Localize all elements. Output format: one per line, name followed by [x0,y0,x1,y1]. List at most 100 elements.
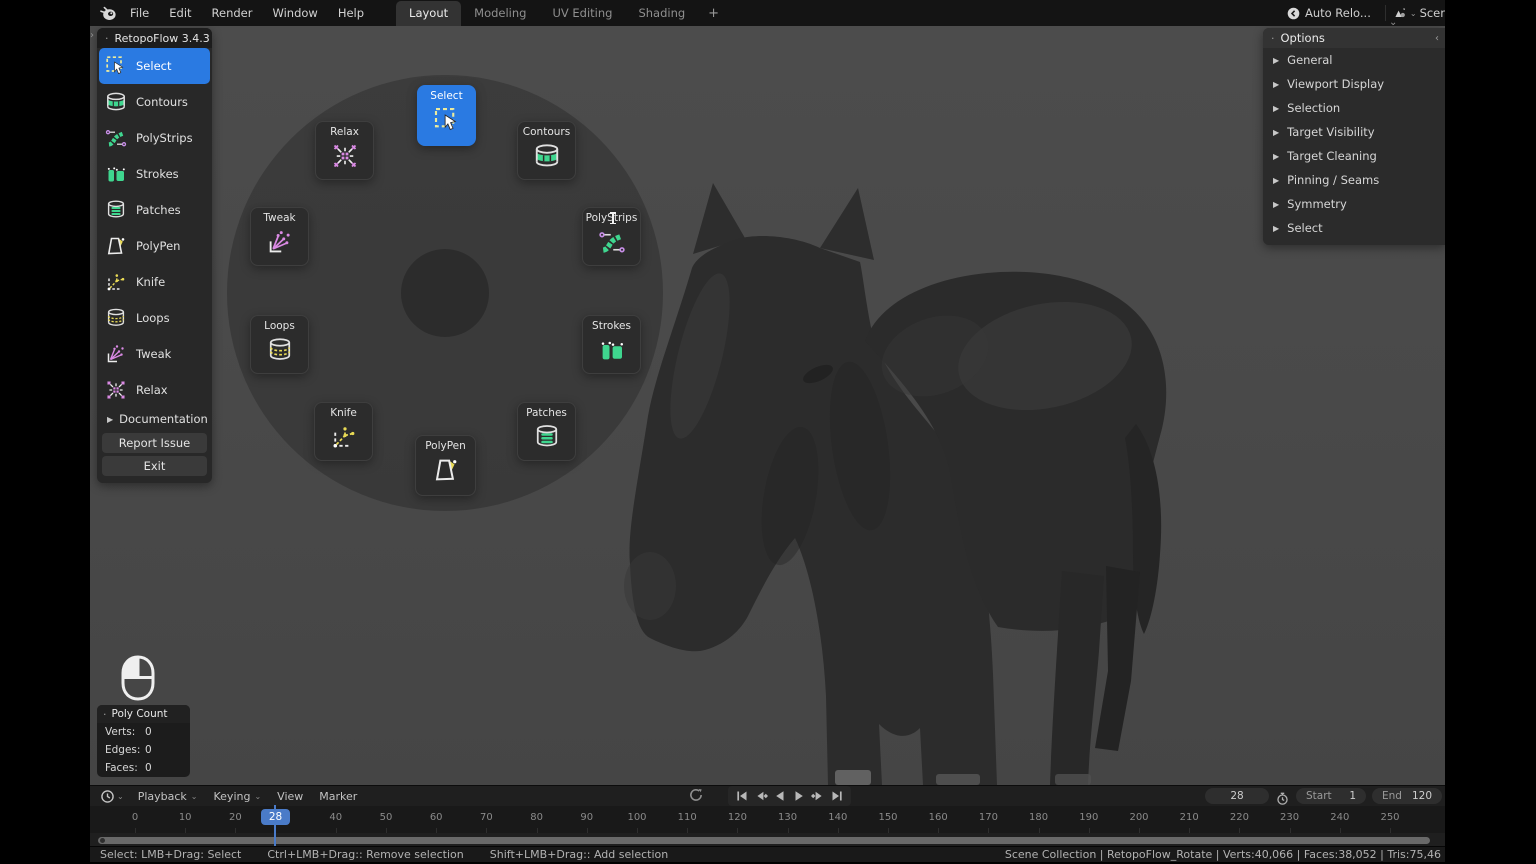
timeline-menu-view[interactable]: View [269,790,311,803]
timeline-scrollbar[interactable] [98,837,1430,844]
poly-count-rows: Verts:0Edges:0Faces:0 [97,723,190,777]
pie-item-loops[interactable]: Loops [250,315,309,374]
ruler-tick-mark [737,828,738,833]
ruler-tick-100: 100 [627,812,646,823]
exit-button[interactable]: Exit [102,456,207,476]
sidebar-tool-select[interactable]: Select [99,48,210,84]
top-header: FileEditRenderWindowHelp LayoutModelingU… [90,0,1445,26]
poly-count-label: Faces: [105,762,145,774]
sidebar-tool-strokes[interactable]: Strokes [99,156,210,192]
poly-count-header[interactable]: · Poly Count [97,705,190,723]
pie-item-relax[interactable]: Relax [315,121,374,180]
menu-render[interactable]: Render [202,0,263,26]
sidebar-tool-loops[interactable]: Loops [99,300,210,336]
pie-item-knife[interactable]: Knife [314,402,373,461]
panel-collapse-icon[interactable]: ‹ [1435,33,1439,44]
pie-item-tweak[interactable]: Tweak [250,207,309,266]
ruler-tick-20: 20 [229,812,242,823]
poly-count-row: Verts:0 [97,723,190,741]
jump-start-button[interactable] [735,789,749,803]
options-item-pinning-seams[interactable]: ▶Pinning / Seams [1263,168,1445,192]
triangle-right-icon: ▶ [107,415,113,424]
region-expand-arrow-top[interactable]: › [90,30,94,41]
report-issue-button[interactable]: Report Issue [102,433,207,453]
retopoflow-panel-header[interactable]: · RetopoFlow 3.4.3 [97,28,212,48]
pie-item-select[interactable]: Select [417,85,476,146]
options-item-label: Target Visibility [1287,125,1374,139]
poly-count-title: Poly Count [112,708,168,720]
triangle-right-icon: ▶ [1273,56,1279,65]
editor-type-button[interactable]: ⌄ [90,789,130,804]
tab-modeling[interactable]: Modeling [461,1,539,26]
collapse-dot-icon: · [1271,32,1275,45]
collapse-dot-icon: · [103,708,107,721]
options-item-selection[interactable]: ▶Selection [1263,96,1445,120]
prev-keyframe-button[interactable] [754,789,768,803]
timeline-menu-label: Keying [214,790,251,803]
region-collapse-chevron[interactable]: ⌄ [1389,17,1397,28]
options-item-target-cleaning[interactable]: ▶Target Cleaning [1263,144,1445,168]
options-item-general[interactable]: ▶General [1263,48,1445,72]
menu-edit[interactable]: Edit [159,0,201,26]
sidebar-tool-tweak[interactable]: Tweak [99,336,210,372]
triangle-right-icon: ▶ [1273,224,1279,233]
sidebar-tool-patches[interactable]: Patches [99,192,210,228]
chevron-down-icon: ⌄ [1410,9,1417,18]
sidebar-tool-polypen[interactable]: PolyPen [99,228,210,264]
tab-uv-editing[interactable]: UV Editing [539,1,625,26]
options-item-viewport-display[interactable]: ▶Viewport Display [1263,72,1445,96]
sidebar-tool-polystrips[interactable]: PolyStrips [99,120,210,156]
tab-shading[interactable]: Shading [625,1,698,26]
ruler-tick-190: 190 [1079,812,1098,823]
timeline-menu-playback[interactable]: Playback⌄ [130,790,206,803]
scrollbar-thumb[interactable] [98,837,1430,844]
pie-item-strokes[interactable]: Strokes [582,315,641,374]
current-frame-field[interactable]: 28 [1205,788,1269,804]
add-workspace-button[interactable]: + [698,6,729,21]
options-item-target-visibility[interactable]: ▶Target Visibility [1263,120,1445,144]
scene-stats: Scene Collection | RetopoFlow_Rotate | V… [1005,848,1445,861]
timeline-menu-label: View [277,790,303,803]
pie-item-contours[interactable]: Contours [517,121,576,180]
timeline-ruler[interactable]: 28 0102040506070809010011012013014015016… [90,806,1445,833]
tab-layout[interactable]: Layout [396,1,461,26]
ruler-tick-mark [587,828,588,833]
menu-window[interactable]: Window [262,0,327,26]
sidebar-tool-relax[interactable]: Relax [99,372,210,408]
sidebar-tool-contours[interactable]: Contours [99,84,210,120]
options-item-label: Symmetry [1287,197,1347,211]
select-icon [432,105,462,135]
auto-reload-button[interactable]: Auto Relo... [1279,6,1379,20]
jump-end-button[interactable] [830,789,844,803]
blender-logo-icon[interactable] [96,5,120,22]
ruler-tick-180: 180 [1029,812,1048,823]
timeline-menu-keying[interactable]: Keying⌄ [206,790,270,803]
mouse-hint-icon [118,654,158,706]
keymap-hint: Select: LMB+Drag: Select [100,848,241,861]
playback-sync-button[interactable] [688,787,704,803]
pie-item-polypen[interactable]: PolyPen [415,435,476,496]
frame-start-field[interactable]: Start 1 [1296,788,1366,804]
current-frame-badge[interactable]: 28 [261,809,290,825]
play-reverse-button[interactable] [773,789,787,803]
sidebar-tool-knife[interactable]: Knife [99,264,210,300]
options-header[interactable]: · Options ‹ [1263,28,1445,48]
menu-file[interactable]: File [120,0,159,26]
options-item-select[interactable]: ▶Select [1263,216,1445,240]
menu-help[interactable]: Help [328,0,374,26]
tool-label: PolyPen [136,239,180,253]
auto-reload-label: Auto Relo... [1305,6,1371,20]
next-keyframe-button[interactable] [811,789,825,803]
play-forward-button[interactable] [792,789,806,803]
polypen-icon [104,234,128,258]
options-item-symmetry[interactable]: ▶Symmetry [1263,192,1445,216]
text-cursor-icon [612,212,614,224]
ruler-tick-80: 80 [530,812,543,823]
scene-selector[interactable]: ⌄ Scer [1392,6,1445,20]
pie-item-polystrips[interactable]: PolyStrips [582,207,641,266]
documentation-row[interactable]: ▶ Documentation [97,408,212,430]
pie-item-patches[interactable]: Patches [517,402,576,461]
frame-end-field[interactable]: End 120 [1372,788,1442,804]
timeline-menu-marker[interactable]: Marker [311,790,365,803]
triangle-right-icon: ▶ [1273,176,1279,185]
